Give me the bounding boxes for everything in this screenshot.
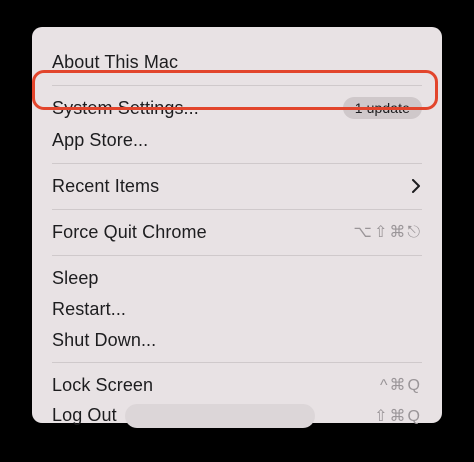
menu-item-label: Shut Down... xyxy=(52,329,157,350)
menu-item-about-this-mac[interactable]: About This Mac xyxy=(52,49,422,75)
menu-separator xyxy=(52,163,422,164)
chevron-right-icon xyxy=(412,179,420,193)
menu-separator xyxy=(52,255,422,256)
menu-item-log-out[interactable]: Log Out ⇧⌘Q xyxy=(52,403,422,429)
menu-item-label: Recent Items xyxy=(52,175,160,196)
menu-item-sleep[interactable]: Sleep xyxy=(52,265,422,291)
menu-item-label: Force Quit Chrome xyxy=(52,221,207,242)
keyboard-shortcut: ⌥⇧⌘⎋ xyxy=(353,224,422,241)
menu-item-label: Sleep xyxy=(52,267,99,288)
menu-item-label: Lock Screen xyxy=(52,374,154,395)
menu-item-force-quit[interactable]: Force Quit Chrome ⌥⇧⌘⎋ xyxy=(52,219,422,245)
update-badge: 1 update xyxy=(342,97,422,119)
menu-item-app-store[interactable]: App Store... xyxy=(52,127,422,153)
keyboard-shortcut: ^⌘Q xyxy=(380,377,422,394)
menu-separator xyxy=(52,209,422,210)
menu-item-label: Log Out xyxy=(52,404,315,428)
menu-separator xyxy=(52,362,422,363)
menu-item-recent-items[interactable]: Recent Items xyxy=(52,173,422,199)
menu-item-label: System Settings... xyxy=(52,97,199,118)
menu-item-shut-down[interactable]: Shut Down... xyxy=(52,327,422,353)
log-out-label: Log Out xyxy=(52,404,117,425)
apple-menu: About This Mac System Settings... 1 upda… xyxy=(32,27,442,428)
menu-item-label: About This Mac xyxy=(52,51,179,72)
menu-item-label: Restart... xyxy=(52,298,127,319)
menu-item-restart[interactable]: Restart... xyxy=(52,296,422,322)
menu-item-lock-screen[interactable]: Lock Screen ^⌘Q xyxy=(52,372,422,398)
menu-separator xyxy=(52,85,422,86)
menu-item-label: App Store... xyxy=(52,129,149,150)
redacted-username xyxy=(124,404,315,428)
keyboard-shortcut: ⇧⌘Q xyxy=(374,408,422,425)
menu-item-system-settings[interactable]: System Settings... 1 update xyxy=(32,70,438,121)
